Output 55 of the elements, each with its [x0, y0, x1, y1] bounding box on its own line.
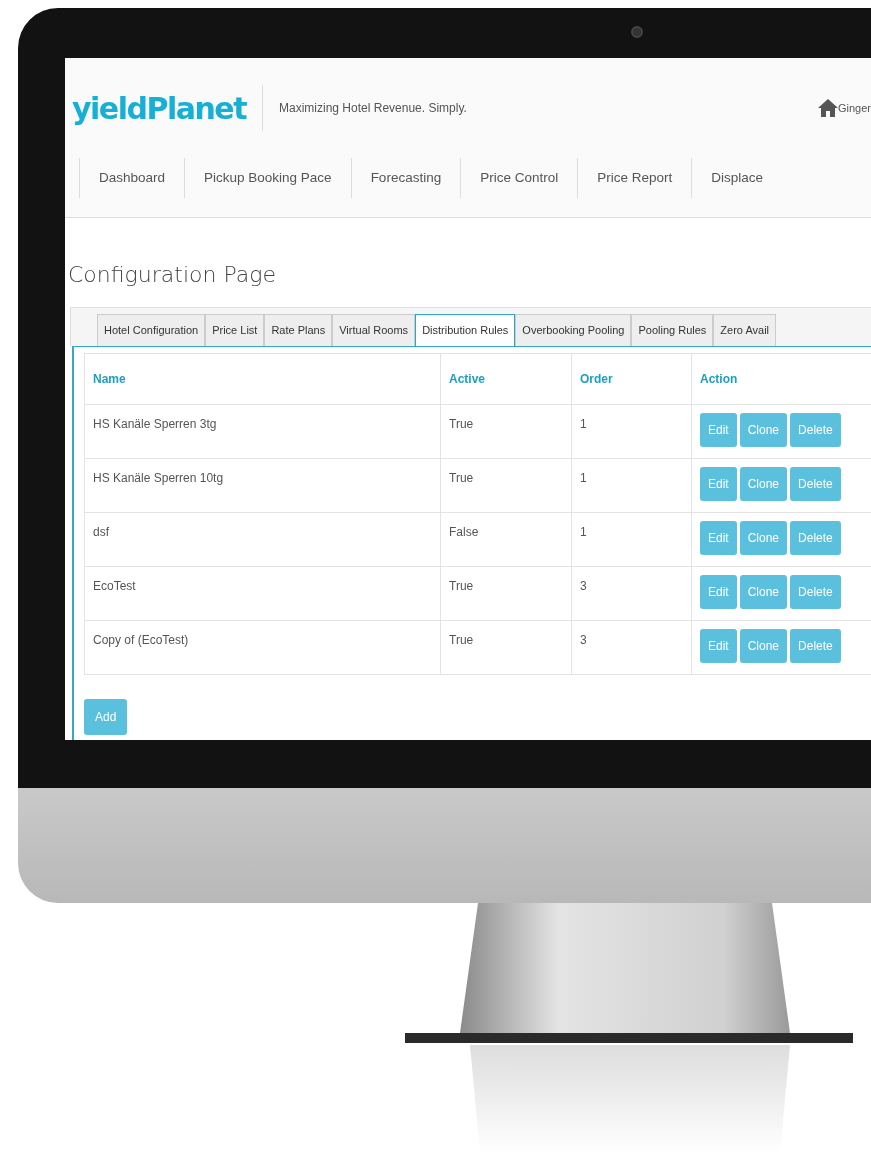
- edit-button[interactable]: Edit: [700, 466, 737, 501]
- tagline: Maximizing Hotel Revenue. Simply.: [279, 100, 467, 117]
- delete-button[interactable]: Delete: [790, 628, 841, 663]
- tab[interactable]: Distribution Rules: [415, 314, 516, 346]
- table-cell: 1: [571, 458, 692, 512]
- table-cell: 1: [571, 512, 692, 566]
- nav-link[interactable]: Price Report: [577, 158, 692, 198]
- column-header: Order: [571, 353, 692, 404]
- column-header: Name: [84, 353, 441, 404]
- edit-button[interactable]: Edit: [700, 412, 737, 447]
- table-cell: True: [440, 566, 572, 620]
- column-header: Active: [440, 353, 572, 404]
- tab[interactable]: Hotel Configuration: [97, 314, 206, 346]
- user-name[interactable]: Ginger: [837, 99, 871, 117]
- clone-button[interactable]: Clone: [739, 520, 788, 555]
- delete-button[interactable]: Delete: [790, 574, 841, 609]
- table-cell: EcoTest: [84, 566, 441, 620]
- table-cell: 3: [571, 566, 692, 620]
- clone-button[interactable]: Clone: [739, 628, 788, 663]
- table-cell: dsf: [84, 512, 441, 566]
- table-cell: True: [440, 404, 572, 458]
- table-cell: HS Kanäle Sperren 3tg: [84, 404, 441, 458]
- page-title: Configuration Page: [68, 261, 277, 289]
- camera-dot: [631, 26, 643, 38]
- table-cell: HS Kanäle Sperren 10tg: [84, 458, 441, 512]
- tab[interactable]: Pooling Rules: [631, 314, 714, 346]
- edit-button[interactable]: Edit: [700, 574, 737, 609]
- tab[interactable]: Virtual Rooms: [332, 314, 416, 346]
- column-header: Action: [691, 353, 871, 404]
- tab[interactable]: Overbooking Pooling: [515, 314, 632, 346]
- delete-button[interactable]: Delete: [790, 520, 841, 555]
- home-icon[interactable]: [817, 99, 838, 117]
- add-button[interactable]: Add: [84, 698, 128, 735]
- delete-button[interactable]: Delete: [790, 412, 841, 447]
- tab[interactable]: Price List: [205, 314, 265, 346]
- table-cell: 1: [571, 404, 692, 458]
- clone-button[interactable]: Clone: [739, 574, 788, 609]
- clone-button[interactable]: Clone: [739, 412, 788, 447]
- clone-button[interactable]: Clone: [739, 466, 788, 501]
- tab[interactable]: Zero Avail: [713, 314, 777, 346]
- table-cell: 3: [571, 620, 692, 674]
- edit-button[interactable]: Edit: [700, 520, 737, 555]
- nav-link[interactable]: Forecasting: [350, 158, 461, 198]
- nav-link[interactable]: Displace: [691, 158, 782, 198]
- table-cell: True: [440, 620, 572, 674]
- edit-button[interactable]: Edit: [700, 628, 737, 663]
- table-cell: True: [440, 458, 572, 512]
- table-cell: False: [440, 512, 572, 566]
- nav-link[interactable]: Pickup Booking Pace: [184, 158, 351, 198]
- logo[interactable]: yieldPlanet: [72, 85, 246, 131]
- tab[interactable]: Rate Plans: [264, 314, 333, 346]
- nav-link[interactable]: Dashboard: [79, 158, 185, 198]
- table-cell: Copy of (EcoTest): [84, 620, 441, 674]
- delete-button[interactable]: Delete: [790, 466, 841, 501]
- nav-link[interactable]: Price Control: [460, 158, 578, 198]
